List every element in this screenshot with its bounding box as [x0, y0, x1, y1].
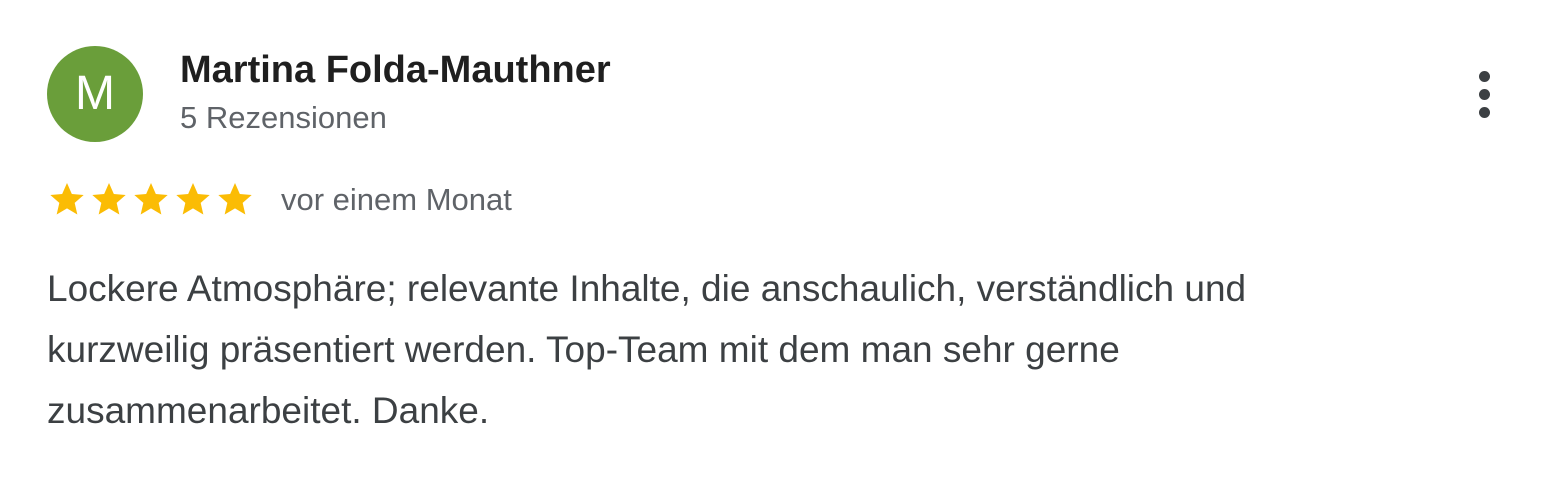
star-icon — [92, 183, 126, 215]
review-text-line: kurzweilig präsentiert werden. Top-Team … — [47, 329, 1120, 370]
star-icon — [134, 183, 168, 215]
review-text-line: Lockere Atmosphäre; relevante Inhalte, d… — [47, 268, 1247, 309]
review-text-line: zusammenarbeitet. Danke. — [47, 390, 490, 431]
review-card: M Martina Folda-Mauthner 5 Rezensionen v… — [0, 0, 1564, 491]
more-options-button[interactable] — [1464, 64, 1504, 124]
avatar[interactable]: M — [47, 46, 143, 142]
review-text: Lockere Atmosphäre; relevante Inhalte, d… — [47, 258, 1467, 441]
review-count: 5 Rezensionen — [180, 100, 387, 135]
author-name[interactable]: Martina Folda-Mauthner — [180, 47, 611, 93]
review-date: vor einem Monat — [281, 182, 512, 217]
star-icon — [50, 183, 84, 215]
more-vert-icon — [1478, 70, 1490, 82]
star-rating — [47, 180, 255, 220]
more-vert-icon — [1478, 106, 1490, 118]
avatar-initial: M — [75, 67, 115, 120]
more-vert-icon — [1478, 88, 1490, 100]
star-icon — [218, 183, 252, 215]
star-icon — [176, 183, 210, 215]
rating-row: vor einem Monat — [47, 180, 512, 220]
